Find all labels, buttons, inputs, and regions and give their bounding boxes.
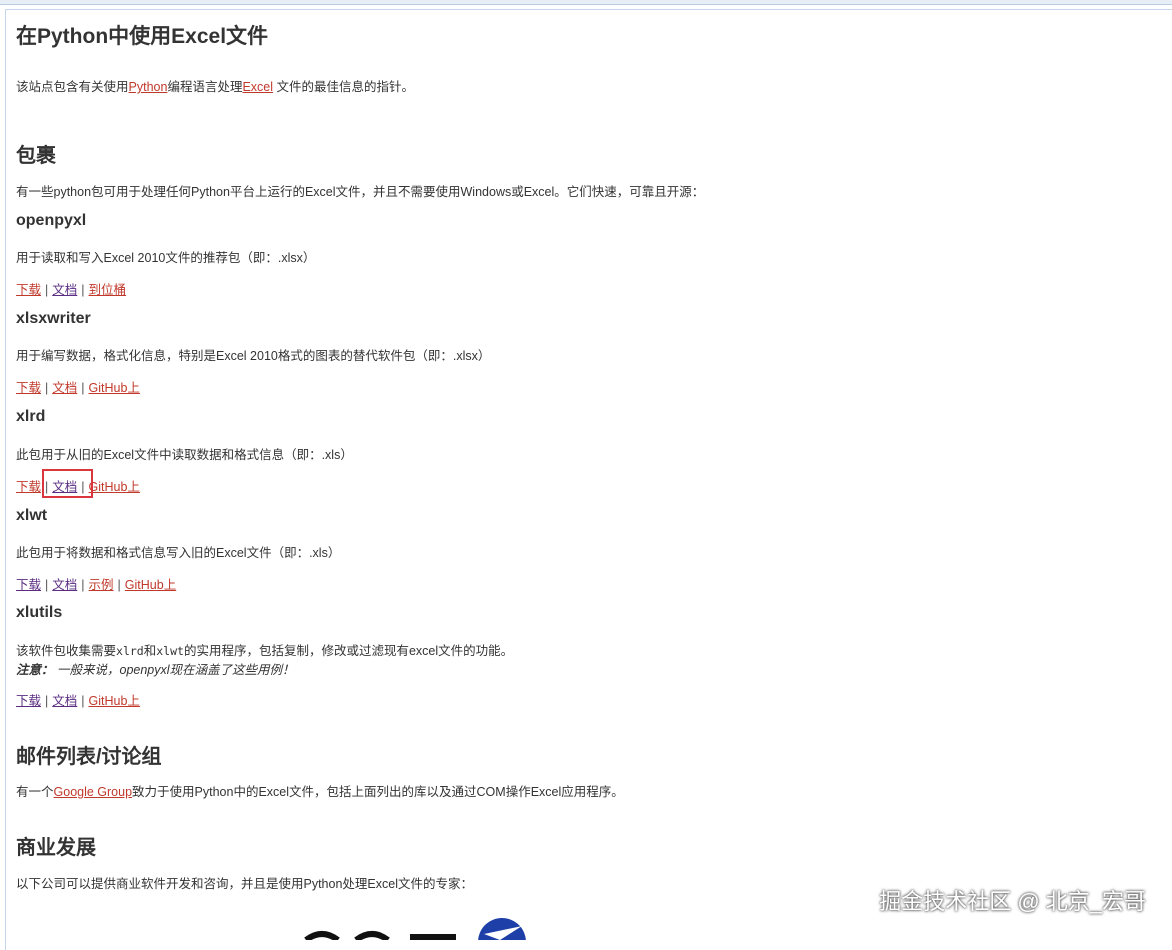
intro-text: 该站点包含有关使用 bbox=[16, 80, 129, 94]
xlsxwriter-links: 下载 | 文档 | GitHub上 bbox=[16, 377, 140, 396]
xlwt-code: xlwt bbox=[156, 644, 184, 658]
xlutils-description: 该软件包收集需要xlrd和xlwt的实用程序，包括复制，修改或过滤现有excel… bbox=[16, 640, 513, 659]
xlrd-code: xlrd bbox=[116, 644, 144, 658]
commercial-paragraph: 以下公司可以提供商业软件开发和咨询，并且是使用Python处理Excel文件的专… bbox=[16, 877, 473, 891]
xlwt-examples-link[interactable]: 示例 bbox=[89, 578, 114, 592]
xlutils-heading: xlutils bbox=[16, 604, 63, 621]
xlwt-docs-link[interactable]: 文档 bbox=[52, 578, 77, 592]
separator: | bbox=[81, 381, 85, 395]
xlsxwriter-download-link[interactable]: 下载 bbox=[16, 381, 41, 395]
mailing-text: 致力于使用Python中的Excel文件，包括上面列出的库以及通过COM操作Ex… bbox=[132, 785, 624, 799]
separator: | bbox=[45, 283, 49, 297]
note-label: 注意： bbox=[16, 663, 54, 677]
xlutils-github-link[interactable]: GitHub上 bbox=[89, 694, 140, 708]
xlutils-desc-text: 的实用程序，包括复制，修改或过滤现有excel文件的功能。 bbox=[183, 644, 514, 658]
highlight-box bbox=[42, 469, 93, 498]
xlwt-heading: xlwt bbox=[16, 507, 48, 524]
separator: | bbox=[81, 694, 85, 708]
separator: | bbox=[81, 578, 85, 592]
commercial-heading: 商业发展 bbox=[16, 837, 96, 859]
note-text: 一般来说，openpyxl现在涵盖了这些用例！ bbox=[53, 663, 295, 677]
intro-paragraph: 该站点包含有关使用Python编程语言处理Excel 文件的最佳信息的指针。 bbox=[16, 76, 414, 95]
company-logos bbox=[300, 912, 540, 940]
logo-graphic bbox=[304, 918, 526, 940]
openpyxl-heading: openpyxl bbox=[16, 212, 87, 229]
xlsxwriter-description: 用于编写数据，格式化信息，特别是Excel 2010格式的图表的替代软件包（即：… bbox=[16, 349, 491, 363]
openpyxl-bitbucket-link[interactable]: 到位桶 bbox=[89, 283, 127, 297]
openpyxl-docs-link[interactable]: 文档 bbox=[52, 283, 77, 297]
xlutils-desc-text: 和 bbox=[143, 644, 157, 658]
separator: | bbox=[45, 578, 49, 592]
excel-link[interactable]: Excel bbox=[242, 80, 273, 94]
xlrd-download-link[interactable]: 下载 bbox=[16, 480, 41, 494]
openpyxl-download-link[interactable]: 下载 bbox=[16, 283, 41, 297]
mailing-text: 有一个 bbox=[16, 785, 54, 799]
xlwt-description: 此包用于将数据和格式信息写入旧的Excel文件（即：.xls） bbox=[16, 546, 341, 560]
separator: | bbox=[117, 578, 121, 592]
openpyxl-description: 用于读取和写入Excel 2010文件的推荐包（即：.xlsx） bbox=[16, 251, 316, 265]
xlrd-description: 此包用于从旧的Excel文件中读取数据和格式信息（即：.xls） bbox=[16, 448, 353, 462]
xlutils-note: 注意： 一般来说，openpyxl现在涵盖了这些用例！ bbox=[16, 659, 295, 678]
xlutils-desc-text: 该软件包收集需要 bbox=[16, 644, 117, 658]
packages-heading: 包裹 bbox=[16, 145, 56, 167]
separator: | bbox=[45, 694, 49, 708]
google-group-link[interactable]: Google Group bbox=[54, 785, 133, 799]
xlwt-download-link[interactable]: 下载 bbox=[16, 578, 41, 592]
packages-intro: 有一些python包可用于处理任何Python平台上运行的Excel文件，并且不… bbox=[16, 185, 705, 199]
xlsxwriter-github-link[interactable]: GitHub上 bbox=[89, 381, 140, 395]
xlutils-links: 下载 | 文档 | GitHub上 bbox=[16, 690, 140, 709]
content-frame bbox=[5, 9, 1172, 950]
separator: | bbox=[45, 381, 49, 395]
mailing-list-heading: 邮件列表/讨论组 bbox=[16, 746, 162, 768]
page-title: 在Python中使用Excel文件 bbox=[16, 25, 269, 48]
xlutils-download-link[interactable]: 下载 bbox=[16, 694, 41, 708]
xlsxwriter-docs-link[interactable]: 文档 bbox=[52, 381, 77, 395]
browser-top-edge bbox=[0, 0, 1172, 5]
xlwt-links: 下载 | 文档 | 示例 | GitHub上 bbox=[16, 574, 176, 593]
mailing-list-paragraph: 有一个Google Group致力于使用Python中的Excel文件，包括上面… bbox=[16, 781, 624, 800]
intro-text: 文件的最佳信息的指针。 bbox=[273, 80, 415, 94]
xlrd-heading: xlrd bbox=[16, 408, 46, 425]
intro-text: 编程语言处理 bbox=[167, 80, 243, 94]
python-link[interactable]: Python bbox=[129, 80, 168, 94]
xlwt-github-link[interactable]: GitHub上 bbox=[125, 578, 176, 592]
openpyxl-links: 下载 | 文档 | 到位桶 bbox=[16, 279, 126, 298]
xlrd-github-link[interactable]: GitHub上 bbox=[89, 480, 140, 494]
watermark: 掘金技术社区 @ 北京_宏哥 bbox=[879, 889, 1146, 914]
xlsxwriter-heading: xlsxwriter bbox=[16, 310, 91, 327]
xlutils-docs-link[interactable]: 文档 bbox=[52, 694, 77, 708]
separator: | bbox=[81, 283, 85, 297]
